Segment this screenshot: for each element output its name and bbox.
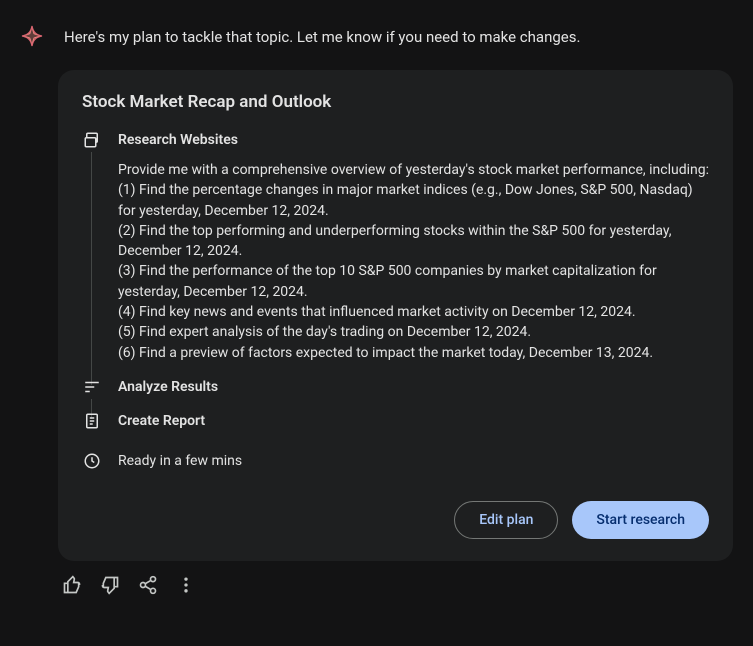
step-research-body: Provide me with a comprehensive overview… [118, 160, 709, 363]
sparkle-icon [20, 24, 44, 52]
thumbs-up-icon[interactable] [62, 575, 82, 595]
step-analyze: Analyze Results [82, 377, 709, 411]
intro-text: Here's my plan to tackle that topic. Let… [64, 20, 580, 49]
step-research-title: Research Websites [118, 130, 709, 150]
browser-icon [82, 130, 102, 150]
plan-title: Stock Market Recap and Outlook [82, 92, 709, 112]
plan-card: Stock Market Recap and Outlook Research … [58, 70, 733, 561]
step-list: Research Websites Provide me with a comp… [82, 130, 709, 445]
research-item: (3) Find the performance of the top 10 S… [118, 261, 709, 302]
clock-icon [82, 451, 102, 471]
edit-plan-button[interactable]: Edit plan [454, 501, 558, 539]
step-report: Create Report [82, 411, 709, 445]
assistant-message-row: Here's my plan to tackle that topic. Let… [0, 20, 753, 52]
thumbs-down-icon[interactable] [100, 575, 120, 595]
step-report-title: Create Report [118, 411, 709, 431]
status-row: Ready in a few mins [82, 451, 709, 471]
document-icon [82, 411, 102, 431]
research-intro: Provide me with a comprehensive overview… [118, 160, 709, 180]
sort-icon [82, 377, 102, 397]
button-row: Edit plan Start research [82, 501, 709, 539]
research-item: (5) Find expert analysis of the day's tr… [118, 322, 709, 342]
step-research: Research Websites Provide me with a comp… [82, 130, 709, 377]
status-text: Ready in a few mins [118, 453, 242, 469]
action-bar [58, 575, 753, 595]
research-item: (2) Find the top performing and underper… [118, 221, 709, 262]
research-item: (4) Find key news and events that influe… [118, 302, 709, 322]
start-research-button[interactable]: Start research [572, 501, 709, 539]
step-analyze-title: Analyze Results [118, 377, 709, 397]
more-icon[interactable] [176, 575, 196, 595]
research-item: (6) Find a preview of factors expected t… [118, 343, 709, 363]
share-icon[interactable] [138, 575, 158, 595]
research-item: (1) Find the percentage changes in major… [118, 180, 709, 221]
